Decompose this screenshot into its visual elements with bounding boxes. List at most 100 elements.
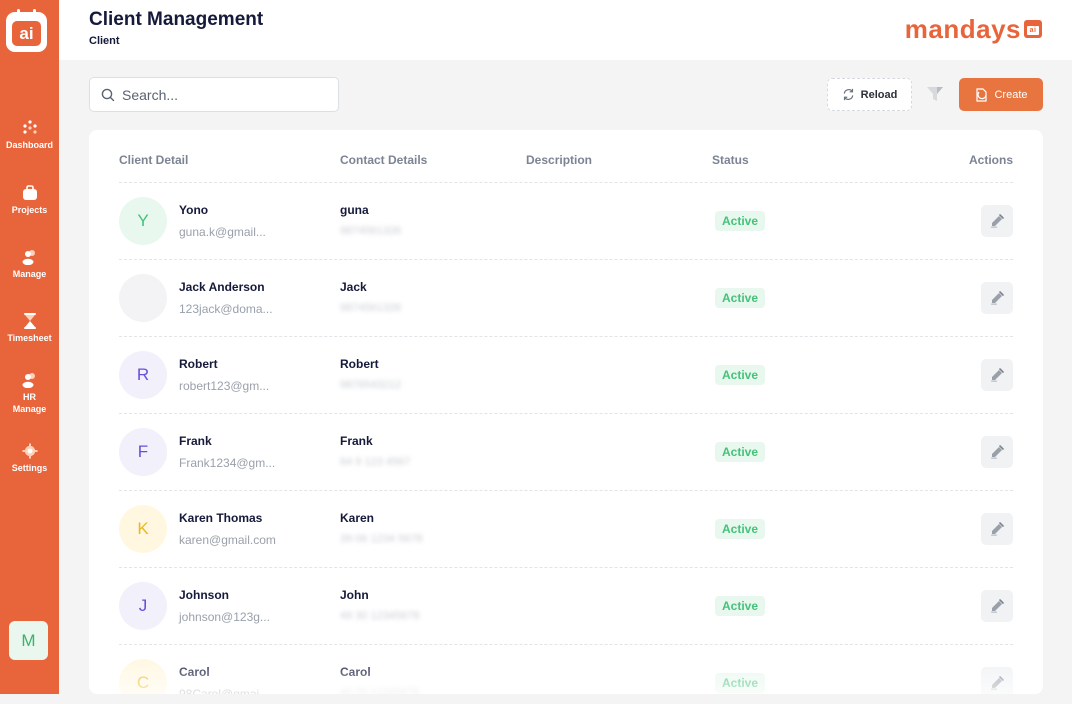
sidebar-item-manage[interactable]: Manage [0, 249, 59, 280]
client-name: Karen Thomas [179, 511, 263, 525]
sidebar-item-timesheet[interactable]: Timesheet [0, 313, 59, 344]
column-header-contact-details[interactable]: Contact Details [340, 153, 427, 167]
users-icon [22, 250, 35, 265]
edit-button[interactable] [981, 205, 1013, 237]
client-email: 123jack@doma... [179, 302, 273, 316]
sidebar-item-label: HR [23, 392, 36, 402]
client-avatar: C [119, 659, 167, 694]
search-input[interactable] [122, 84, 332, 106]
edit-icon [991, 214, 1004, 228]
contact-phone: 49 30 12345678 [340, 610, 420, 622]
client-avatar: R [119, 351, 167, 399]
contact-name: guna [340, 203, 369, 217]
edit-button[interactable] [981, 590, 1013, 622]
status-badge: Active [715, 288, 766, 308]
column-header-actions: Actions [968, 153, 1013, 167]
client-name: Carol [179, 665, 210, 679]
users-icon [22, 373, 35, 388]
gear-icon [22, 443, 37, 459]
sidebar-item-label: Timesheet [7, 333, 52, 343]
sidebar-item-hr-manage[interactable]: HR Manage [0, 372, 59, 415]
client-table: Client Detail Contact Details Descriptio… [89, 130, 1043, 694]
user-avatar[interactable]: M [9, 621, 48, 660]
logo-tick [17, 9, 20, 17]
sidebar: ai Dashboard Projects Manage Timesheet H… [0, 0, 59, 694]
client-name: Jack Anderson [179, 280, 265, 294]
column-header-client-detail[interactable]: Client Detail [119, 153, 188, 167]
edit-icon [991, 445, 1004, 459]
client-email: karen@gmail.com [179, 533, 276, 547]
table-row[interactable]: F Frank Frank1234@gm... Frank 64 9 123 4567 A… [119, 413, 1013, 490]
sidebar-item-label: Projects [11, 205, 48, 215]
status-badge: Active [715, 365, 766, 385]
contact-phone: 39 06 1234 5678 [340, 533, 423, 545]
breadcrumb: Client [89, 35, 120, 47]
status-badge: Active [715, 442, 766, 462]
contact-phone: 9876543212 [340, 379, 402, 391]
client-name: Robert [179, 357, 218, 371]
app-logo[interactable]: ai [6, 9, 47, 52]
sidebar-item-settings[interactable]: Settings [0, 443, 59, 474]
client-name: Frank [179, 434, 212, 448]
edit-button[interactable] [981, 513, 1013, 545]
client-avatar [119, 274, 167, 322]
contact-name: Carol [340, 665, 371, 679]
edit-button[interactable] [981, 667, 1013, 694]
reload-label: Reload [860, 88, 898, 101]
contact-name: Karen [340, 511, 375, 525]
table-row[interactable]: Jack Anderson 123jack@doma... Jack 98745613… [119, 259, 1013, 336]
sidebar-item-dashboard[interactable]: Dashboard [0, 120, 59, 151]
edit-icon [991, 522, 1004, 536]
status-badge: Active [715, 519, 766, 539]
top-header: Client Management Client mandays ai [59, 0, 1072, 60]
edit-icon [991, 599, 1004, 613]
client-name: Yono [179, 203, 209, 217]
client-email: 98Carol@gmai... [179, 687, 270, 694]
table-row[interactable]: Y Yono guna.k@gmail... guna 9874561326 Active [119, 182, 1013, 259]
create-button[interactable]: Create [959, 78, 1043, 111]
table-row[interactable]: J Johnson johnson@123g... John 49 30 1234567… [119, 567, 1013, 644]
edit-button[interactable] [981, 436, 1013, 468]
column-header-status[interactable]: Status [712, 153, 749, 167]
sidebar-item-projects[interactable]: Projects [0, 185, 59, 216]
client-name: Johnson [179, 588, 229, 602]
calendar-icon: ai [1024, 19, 1042, 38]
client-email: robert123@gm... [179, 379, 270, 393]
column-header-description[interactable]: Description [526, 153, 592, 167]
filter-icon[interactable] [925, 84, 945, 104]
status-badge: Active [715, 673, 766, 693]
reload-button[interactable]: Reload [827, 78, 912, 111]
table-row[interactable]: C Carol 98Carol@gmai... Carol 45 70 12345678… [119, 644, 1013, 694]
search-box[interactable] [89, 77, 339, 112]
contact-name: Jack [340, 280, 367, 294]
client-email: guna.k@gmail... [179, 225, 266, 239]
edit-icon [991, 291, 1004, 305]
contact-phone: 9874561326 [340, 302, 402, 314]
contact-phone: 45 70 12345678 [340, 687, 420, 694]
sidebar-item-label: Manage [12, 404, 47, 414]
edit-icon [991, 676, 1004, 690]
logo-text: ai [12, 21, 41, 46]
client-email: Frank1234@gm... [179, 456, 276, 470]
sidebar-item-label: Settings [11, 463, 48, 473]
status-badge: Active [715, 596, 766, 616]
page-title: Client Management [89, 9, 264, 30]
briefcase-icon [22, 185, 37, 200]
table-row[interactable]: K Karen Thomas karen@gmail.com Karen 39 06 1… [119, 490, 1013, 567]
client-avatar: J [119, 582, 167, 630]
edit-button[interactable] [981, 359, 1013, 391]
plus-doc-icon [976, 87, 988, 102]
brand-logo: mandays ai [905, 14, 1042, 45]
brand-name: mandays [904, 14, 1021, 44]
sidebar-item-label: Dashboard [5, 140, 53, 150]
contact-name: Frank [340, 434, 373, 448]
brand-badge: ai [1027, 25, 1039, 35]
edit-button[interactable] [981, 282, 1013, 314]
contact-name: Robert [340, 357, 379, 371]
refresh-icon [843, 88, 853, 101]
client-avatar: Y [119, 197, 167, 245]
table-row[interactable]: R Robert robert123@gm... Robert 9876543212 Ac… [119, 336, 1013, 413]
contact-phone: 64 9 123 4567 [340, 456, 411, 468]
edit-icon [991, 368, 1004, 382]
sidebar-item-label: Manage [12, 269, 47, 279]
